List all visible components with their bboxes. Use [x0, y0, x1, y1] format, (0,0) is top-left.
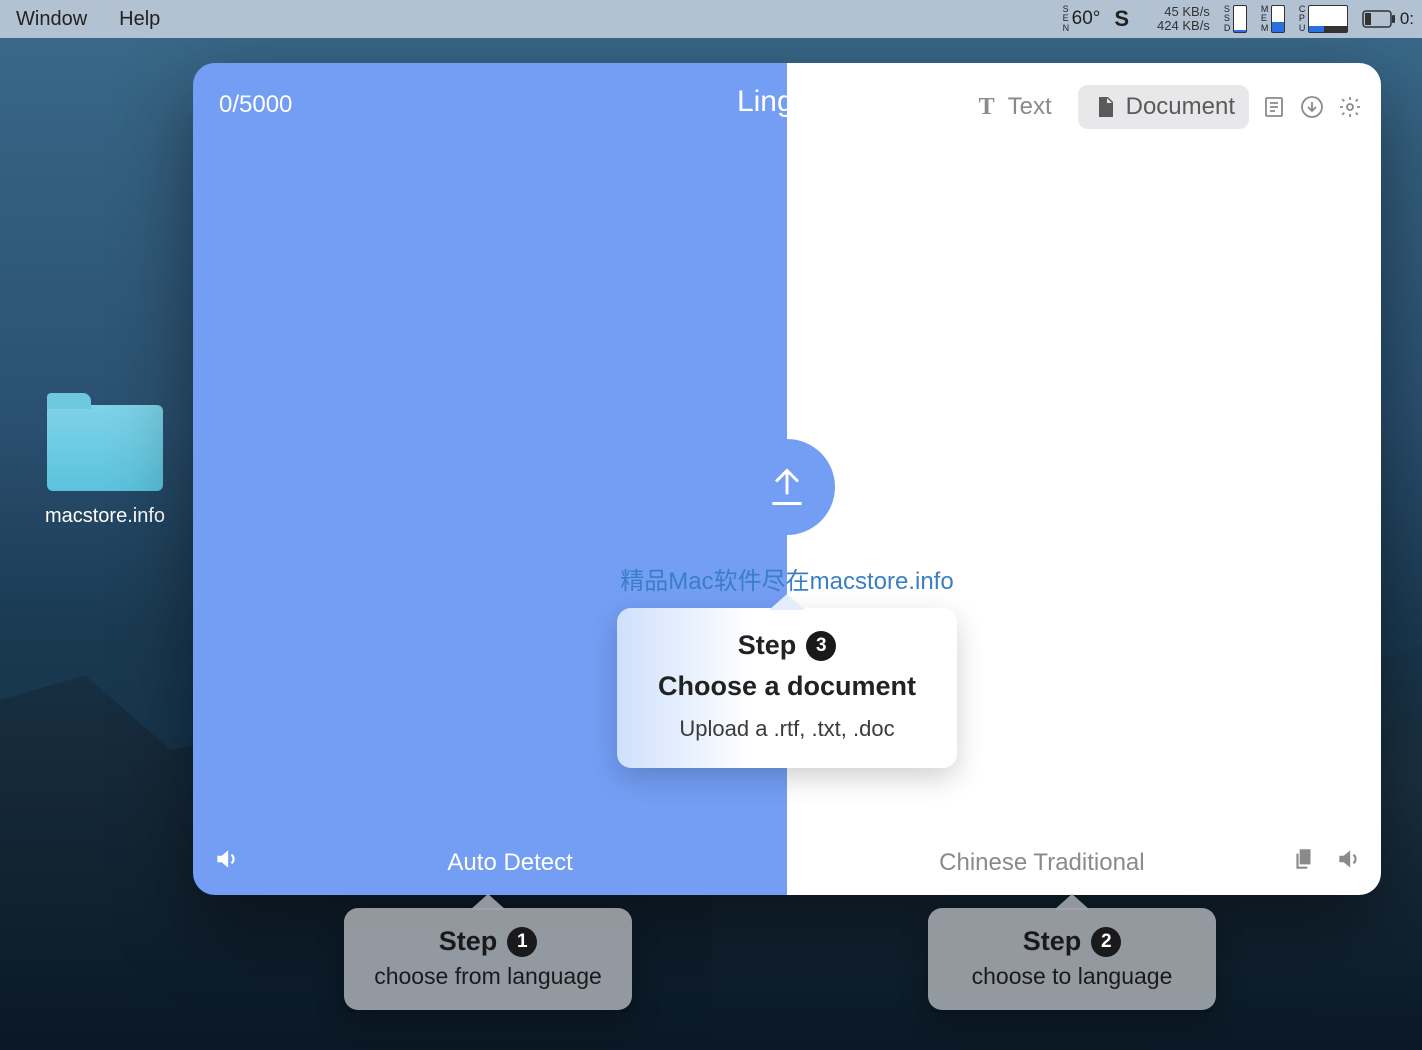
folder-icon	[47, 405, 163, 491]
menu-help[interactable]: Help	[119, 8, 160, 31]
copy-icon[interactable]	[1291, 846, 1317, 879]
battery-icon[interactable]: 0:	[1362, 9, 1414, 29]
menu-window[interactable]: Window	[16, 8, 87, 31]
char-counter: 0/5000	[219, 91, 292, 119]
tooltip-step-3: Step 3 Choose a document Upload a .rtf, …	[617, 608, 957, 768]
header-controls: T Text Document	[960, 85, 1363, 129]
tooltip-subtitle: Upload a .rtf, .txt, .doc	[635, 716, 939, 742]
desktop-folder[interactable]: macstore.info	[30, 405, 180, 528]
mode-text-button[interactable]: T Text	[960, 85, 1066, 129]
tooltip-step-2: Step 2 choose to language	[928, 908, 1216, 1010]
sensor-temp[interactable]: SEN 60°	[1063, 5, 1101, 33]
mem-meter[interactable]: MEM	[1261, 5, 1285, 33]
folder-label: macstore.info	[30, 505, 180, 528]
step-badge-3: 3	[806, 631, 836, 661]
upload-icon	[765, 465, 809, 509]
tooltip-title: Choose a document	[635, 671, 939, 702]
gear-icon[interactable]	[1337, 94, 1363, 120]
upload-button[interactable]	[739, 439, 835, 535]
history-icon[interactable]	[1261, 94, 1287, 120]
speaker-icon[interactable]	[213, 846, 239, 879]
document-icon	[1092, 94, 1118, 120]
to-language-selector[interactable]: Chinese Traditional	[811, 849, 1273, 877]
network-speed[interactable]: 45 KB/s 424 KB/s	[1157, 5, 1210, 34]
ssd-meter[interactable]: SSD	[1224, 5, 1247, 33]
tooltip-step-1: Step 1 choose from language	[344, 908, 632, 1010]
from-language-selector[interactable]: Auto Detect	[257, 849, 763, 877]
cpu-meter[interactable]: CPU	[1299, 5, 1348, 33]
app-title: Linguist	[737, 85, 837, 119]
source-lang-bar: Auto Detect	[213, 846, 763, 879]
linguist-window: 0/5000 T Text Document	[193, 63, 1381, 895]
step-badge-1: 1	[507, 927, 537, 957]
s-icon[interactable]: S	[1114, 6, 1129, 32]
text-icon: T	[974, 94, 1000, 120]
mode-document-button[interactable]: Document	[1078, 85, 1249, 129]
source-pane[interactable]: 0/5000	[193, 63, 787, 895]
step-badge-2: 2	[1091, 927, 1121, 957]
macos-menu-bar: Window Help SEN 60° S 45 KB/s 424 KB/s S…	[0, 0, 1422, 38]
target-lang-bar: Chinese Traditional	[811, 846, 1361, 879]
speaker-icon[interactable]	[1335, 846, 1361, 879]
target-pane: T Text Document	[787, 63, 1381, 895]
download-icon[interactable]	[1299, 94, 1325, 120]
watermark-text: 精品Mac软件尽在macstore.info	[620, 561, 953, 596]
